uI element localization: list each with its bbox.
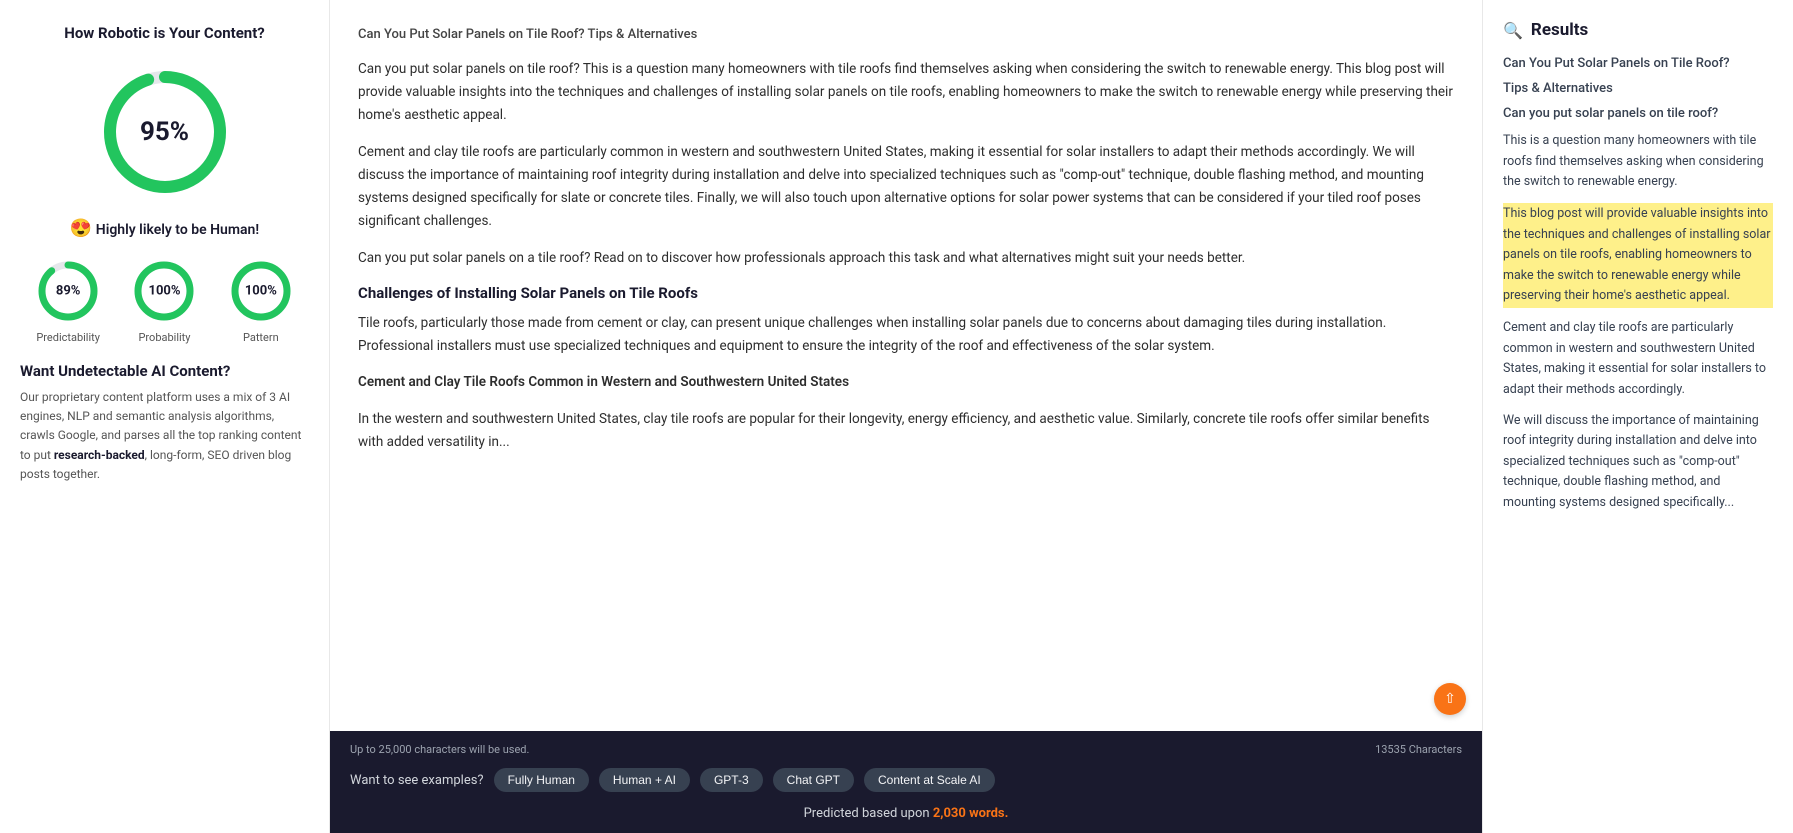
- left-panel: How Robotic is Your Content? 95% 😍 Highl…: [0, 0, 330, 833]
- result-link-3[interactable]: Can you put solar panels on tile roof?: [1503, 106, 1773, 121]
- predictability-label: Predictability: [36, 331, 100, 344]
- probability-value: 100%: [148, 284, 180, 299]
- predicted-text: Predicted based upon: [804, 806, 933, 821]
- results-header: 🔍 Results: [1503, 20, 1773, 40]
- result-highlighted: This blog post will provide valuable ins…: [1503, 203, 1773, 308]
- predictability-circle: 89% Predictability: [34, 257, 102, 344]
- char-count: 13535 Characters: [1375, 743, 1462, 756]
- result-paragraph-2: Cement and clay tile roofs are particula…: [1503, 318, 1773, 401]
- result-paragraph-3: We will discuss the importance of mainta…: [1503, 411, 1773, 514]
- tag-human-ai[interactable]: Human + AI: [599, 768, 690, 792]
- pattern-donut: 100%: [227, 257, 295, 325]
- paragraph-1: Can you put solar panels on tile roof? T…: [358, 58, 1454, 127]
- pattern-label: Pattern: [243, 331, 279, 344]
- char-count-bar: Up to 25,000 characters will be used. 13…: [350, 743, 1462, 756]
- predicted-words: 2,030 words.: [933, 806, 1009, 821]
- predicted-row: Predicted based upon 2,030 words.: [350, 806, 1462, 821]
- section-paragraph-1: Tile roofs, particularly those made from…: [358, 312, 1454, 358]
- predictability-donut: 89%: [34, 257, 102, 325]
- probability-circle: 100% Probability: [130, 257, 198, 344]
- result-paragraph-1: This is a question many homeowners with …: [1503, 131, 1773, 193]
- main-donut-container: 95%: [20, 62, 309, 202]
- main-donut: 95%: [95, 62, 235, 202]
- center-content[interactable]: Can You Put Solar Panels on Tile Roof? T…: [330, 0, 1482, 731]
- tag-content-at-scale[interactable]: Content at Scale AI: [864, 768, 995, 792]
- results-label: Results: [1531, 20, 1588, 40]
- right-panel: 🔍 Results Can You Put Solar Panels on Ti…: [1483, 0, 1793, 833]
- result-link-1[interactable]: Can You Put Solar Panels on Tile Roof?: [1503, 56, 1773, 71]
- center-panel: Can You Put Solar Panels on Tile Roof? T…: [330, 0, 1483, 833]
- search-icon: 🔍: [1503, 21, 1523, 40]
- scroll-up-button[interactable]: ⇧: [1434, 683, 1466, 715]
- tag-chat-gpt[interactable]: Chat GPT: [773, 768, 854, 792]
- pattern-circle: 100% Pattern: [227, 257, 295, 344]
- probability-donut: 100%: [130, 257, 198, 325]
- paragraph-3: Can you put solar panels on a tile roof?…: [358, 247, 1454, 270]
- paragraph-2: Cement and clay tile roofs are particula…: [358, 141, 1454, 233]
- small-circles-row: 89% Predictability 100% Probability 100%: [20, 257, 309, 344]
- article-title-line: Can You Put Solar Panels on Tile Roof? T…: [358, 24, 1454, 46]
- robotic-title: How Robotic is Your Content?: [20, 24, 309, 42]
- main-percent: 95%: [140, 117, 189, 147]
- examples-label: Want to see examples?: [350, 773, 484, 788]
- char-note: Up to 25,000 characters will be used.: [350, 743, 529, 756]
- result-link-2[interactable]: Tips & Alternatives: [1503, 81, 1773, 96]
- tag-gpt3[interactable]: GPT-3: [700, 768, 763, 792]
- undetectable-bold: research-backed: [54, 448, 145, 462]
- examples-row: Want to see examples? Fully Human Human …: [350, 768, 1462, 792]
- badge-emoji: 😍: [70, 218, 92, 239]
- section-paragraph-2: Cement and Clay Tile Roofs Common in Wes…: [358, 371, 1454, 394]
- probability-label: Probability: [138, 331, 190, 344]
- center-footer: Up to 25,000 characters will be used. 13…: [330, 731, 1482, 833]
- section-title: Challenges of Installing Solar Panels on…: [358, 284, 1454, 302]
- pattern-value: 100%: [245, 284, 277, 299]
- predictability-value: 89%: [56, 284, 81, 299]
- undetectable-title: Want Undetectable AI Content?: [20, 362, 309, 380]
- human-badge: 😍 Highly likely to be Human!: [20, 218, 309, 239]
- tag-fully-human[interactable]: Fully Human: [494, 768, 589, 792]
- badge-text: Highly likely to be Human!: [96, 222, 259, 238]
- undetectable-desc: Our proprietary content platform uses a …: [20, 388, 309, 484]
- section-paragraph-3: In the western and southwestern United S…: [358, 408, 1454, 454]
